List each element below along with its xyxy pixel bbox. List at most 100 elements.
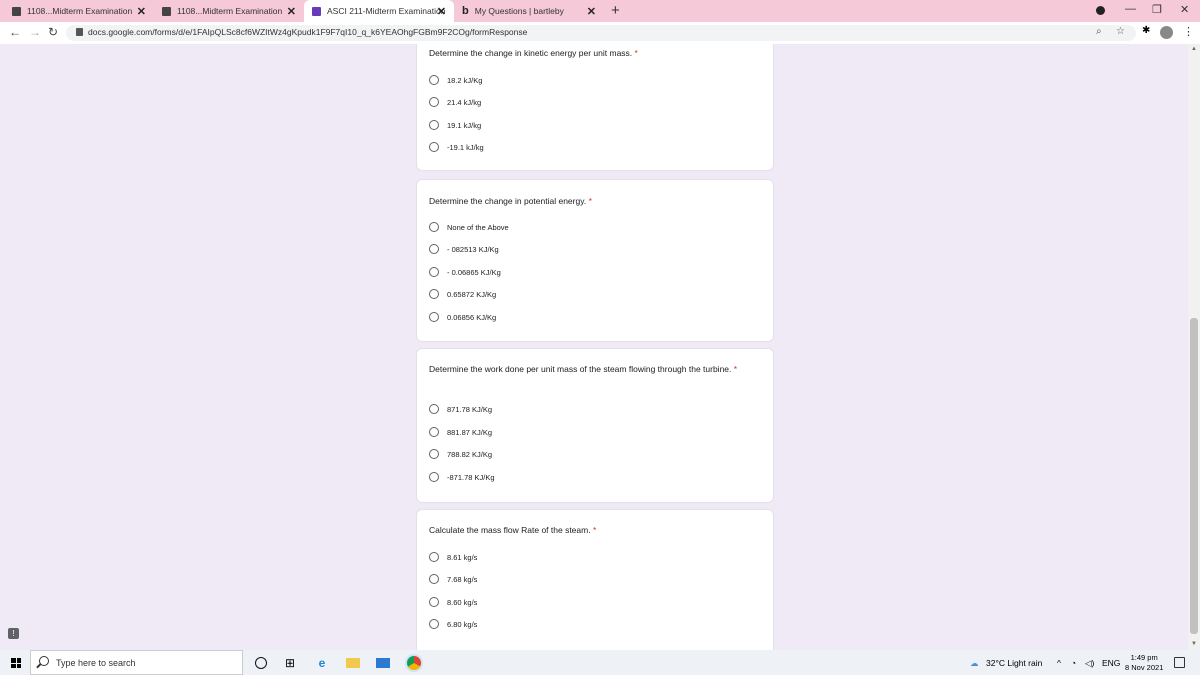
question-title: Calculate the mass flow Rate of the stea… <box>429 525 597 535</box>
option-radio[interactable]: 8.61 kg/s <box>429 551 477 563</box>
radio-button[interactable] <box>429 75 439 85</box>
option-radio[interactable]: -871.78 KJ/Kg <box>429 471 495 483</box>
option-radio[interactable]: 0.06856 KJ/Kg <box>429 311 496 323</box>
radio-button[interactable] <box>429 619 439 629</box>
zoom-search-icon[interactable]: ⌕ <box>1096 26 1102 37</box>
tab-3-active[interactable]: ASCI 211-Midterm Examination ✕ <box>304 0 454 22</box>
radio-button[interactable] <box>429 142 439 152</box>
volume-icon[interactable]: ◁) <box>1085 658 1094 669</box>
weather-text[interactable]: 32°C Light rain <box>986 658 1042 668</box>
tab-4[interactable]: b My Questions | bartleby ✕ <box>454 0 604 22</box>
question-title: Determine the work done per unit mass of… <box>429 364 738 374</box>
report-feedback-icon[interactable]: ! <box>8 628 19 639</box>
radio-button[interactable] <box>429 472 439 482</box>
mail-icon[interactable] <box>375 655 391 670</box>
option-radio[interactable]: 8.60 kg/s <box>429 596 477 608</box>
scroll-thumb[interactable] <box>1190 318 1198 634</box>
edge-icon[interactable]: e <box>314 655 330 670</box>
required-asterisk: * <box>634 48 638 58</box>
clock-time: 1:49 pm <box>1130 653 1158 662</box>
option-radio[interactable]: 6.80 kg/s <box>429 618 477 630</box>
tab-favicon-icon <box>12 6 21 16</box>
url-text[interactable]: docs.google.com/forms/d/e/1FAIpQLSc8cf6W… <box>88 27 527 37</box>
tab-title: 1108...Midterm Examination <box>177 6 283 16</box>
reload-icon[interactable]: ↻ <box>48 25 58 39</box>
radio-button[interactable] <box>429 574 439 584</box>
required-asterisk: * <box>733 364 738 374</box>
scroll-down-icon[interactable]: ▼ <box>1191 641 1197 647</box>
file-explorer-icon[interactable] <box>345 655 361 670</box>
close-tab-icon[interactable]: ✕ <box>587 5 596 18</box>
taskbar-search-input[interactable]: Type here to search <box>30 650 243 675</box>
radio-button[interactable] <box>429 289 439 299</box>
radio-button[interactable] <box>429 404 439 414</box>
radio-button[interactable] <box>429 222 439 232</box>
option-radio[interactable]: 871.78 KJ/Kg <box>429 403 492 415</box>
task-view-icon[interactable]: ⊞ <box>283 655 297 670</box>
tab-title: ASCI 211-Midterm Examination <box>327 6 446 16</box>
close-tab-icon[interactable]: ✕ <box>437 5 446 18</box>
browser-toolbar: ← → ↻ docs.google.com/forms/d/e/1FAIpQLS… <box>0 22 1200 44</box>
required-asterisk: * <box>592 525 597 535</box>
option-radio[interactable]: None of the Above <box>429 221 509 233</box>
language-indicator[interactable]: ENG <box>1102 658 1120 668</box>
radio-button[interactable] <box>429 312 439 322</box>
avatar[interactable] <box>1160 26 1173 39</box>
radio-button[interactable] <box>429 597 439 607</box>
option-radio[interactable]: 881.87 KJ/Kg <box>429 426 492 438</box>
chrome-icon[interactable] <box>405 653 423 672</box>
forward-icon[interactable]: → <box>29 25 41 39</box>
page-scrollbar[interactable]: ▲ ▼ <box>1188 44 1200 650</box>
tab-1[interactable]: 1108...Midterm Examination ✕ <box>4 0 154 22</box>
option-radio[interactable]: - 0.06865 KJ/Kg <box>429 266 501 278</box>
close-tab-icon[interactable]: ✕ <box>137 5 146 18</box>
bartleby-favicon-icon: b <box>462 5 469 17</box>
cortana-icon[interactable] <box>254 655 268 670</box>
radio-button[interactable] <box>429 244 439 254</box>
radio-button[interactable] <box>429 427 439 437</box>
tab-title: My Questions | bartleby <box>474 6 564 16</box>
option-radio[interactable]: 7.68 kg/s <box>429 573 477 585</box>
extensions-puzzle-icon[interactable]: ✱ <box>1142 25 1150 36</box>
minimize-icon[interactable]: — <box>1125 3 1136 15</box>
radio-button[interactable] <box>429 97 439 107</box>
new-tab-icon[interactable]: + <box>611 2 620 19</box>
weather-icon[interactable]: ☁ <box>970 658 979 669</box>
question-card-1: Determine the change in kinetic energy p… <box>416 44 774 171</box>
restore-icon[interactable]: ❐ <box>1152 3 1162 16</box>
required-asterisk: * <box>588 196 592 206</box>
option-radio[interactable]: 0.65872 KJ/Kg <box>429 288 496 300</box>
bookmark-star-icon[interactable]: ☆ <box>1116 26 1125 37</box>
radio-button[interactable] <box>429 449 439 459</box>
option-radio[interactable]: - 082513 KJ/Kg <box>429 243 499 255</box>
tray-chevron-icon[interactable]: ^ <box>1057 658 1061 668</box>
tab-search-icon[interactable] <box>1096 6 1105 15</box>
notification-icon[interactable] <box>1174 657 1185 668</box>
option-radio[interactable]: 21.4 kJ/kg <box>429 96 481 108</box>
back-icon[interactable]: ← <box>9 25 21 39</box>
radio-button[interactable] <box>429 552 439 562</box>
system-clock[interactable]: 1:49 pm 8 Nov 2021 <box>1125 653 1163 673</box>
address-bar[interactable]: docs.google.com/forms/d/e/1FAIpQLSc8cf6W… <box>66 25 1136 41</box>
tab-favicon-icon <box>162 6 171 16</box>
form-page: Determine the change in kinetic energy p… <box>0 44 1188 650</box>
tab-strip: 1108...Midterm Examination ✕ 1108...Midt… <box>0 0 1200 22</box>
option-radio[interactable]: 788.82 KJ/Kg <box>429 448 492 460</box>
radio-button[interactable] <box>429 120 439 130</box>
radio-button[interactable] <box>429 267 439 277</box>
forms-favicon-icon <box>312 6 321 16</box>
scroll-up-icon[interactable]: ▲ <box>1191 46 1197 52</box>
tab-2[interactable]: 1108...Midterm Examination ✕ <box>154 0 304 22</box>
option-radio[interactable]: 19.1 kJ/kg <box>429 119 481 131</box>
windows-start-icon[interactable] <box>11 658 21 668</box>
question-card-4: Calculate the mass flow Rate of the stea… <box>416 509 774 650</box>
option-radio[interactable]: -19.1 kJ/kg <box>429 141 484 153</box>
question-title: Determine the change in potential energy… <box>429 196 592 206</box>
close-tab-icon[interactable]: ✕ <box>287 5 296 18</box>
clock-date: 8 Nov 2021 <box>1125 663 1164 672</box>
network-icon[interactable]: ◔ <box>1071 658 1076 668</box>
search-icon <box>39 656 49 666</box>
menu-kebab-icon[interactable]: ⋮ <box>1183 25 1194 38</box>
option-radio[interactable]: 18.2 kJ/Kg <box>429 74 482 86</box>
close-window-icon[interactable]: ✕ <box>1180 3 1189 16</box>
